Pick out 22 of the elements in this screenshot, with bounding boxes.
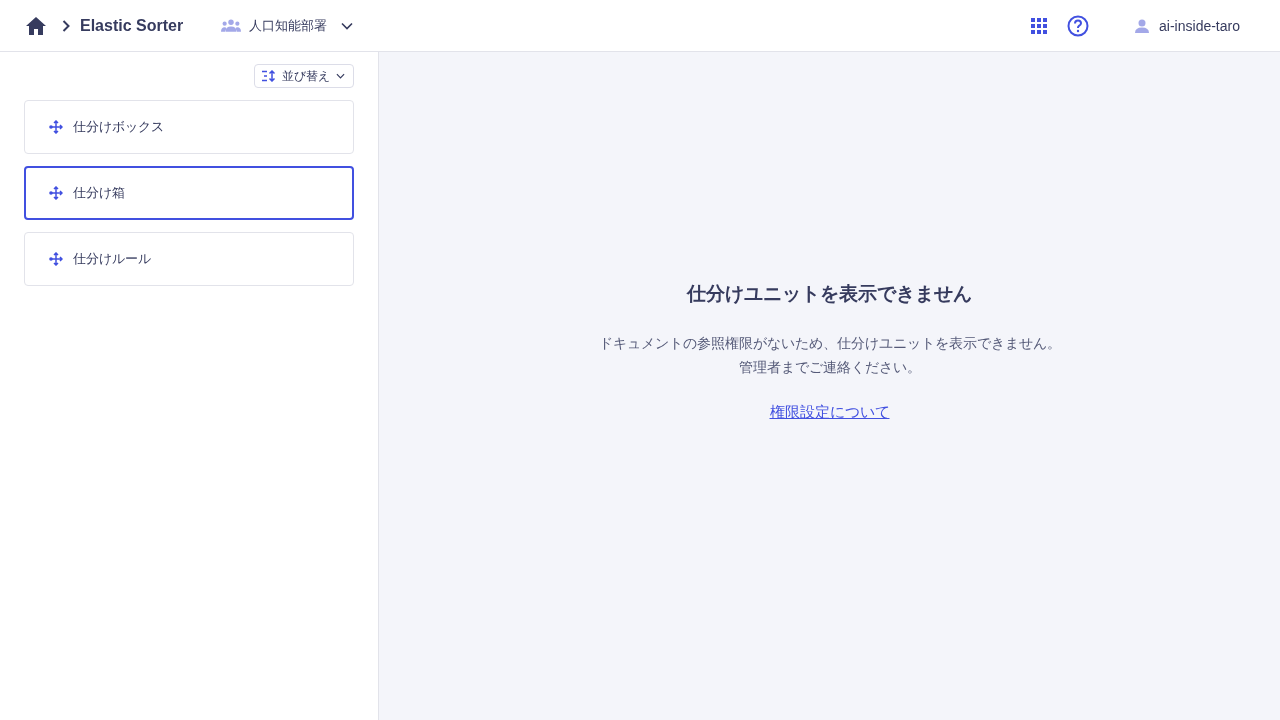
move-icon	[49, 186, 63, 200]
permission-link[interactable]: 権限設定について	[769, 402, 890, 422]
group-icon	[221, 19, 242, 32]
sort-icon	[262, 70, 276, 82]
move-icon	[49, 120, 63, 134]
user-icon	[1135, 18, 1150, 33]
unit-card[interactable]: 仕分け箱	[24, 166, 354, 220]
home-icon[interactable]	[26, 16, 46, 35]
help-icon[interactable]	[1067, 14, 1090, 37]
sort-button[interactable]: 並び替え	[254, 64, 354, 88]
department-dropdown[interactable]: 人口知能部署	[221, 16, 354, 35]
unit-card[interactable]: 仕分けルール	[24, 232, 354, 286]
unit-card[interactable]: 仕分けボックス	[24, 100, 354, 154]
app-title[interactable]: Elastic Sorter	[80, 16, 184, 35]
apps-grid-icon[interactable]	[1031, 17, 1048, 34]
message-text: ドキュメントの参照権限がないため、仕分けユニットを表示できません。 管理者までご連絡ください。	[598, 333, 1061, 377]
move-icon	[49, 252, 63, 266]
user-name[interactable]: ai-inside-taro	[1159, 17, 1240, 34]
message-title: 仕分けユニットを表示できません	[687, 280, 972, 306]
caret-icon	[336, 73, 345, 79]
chevron-icon	[62, 19, 70, 32]
caret-icon	[341, 21, 354, 30]
